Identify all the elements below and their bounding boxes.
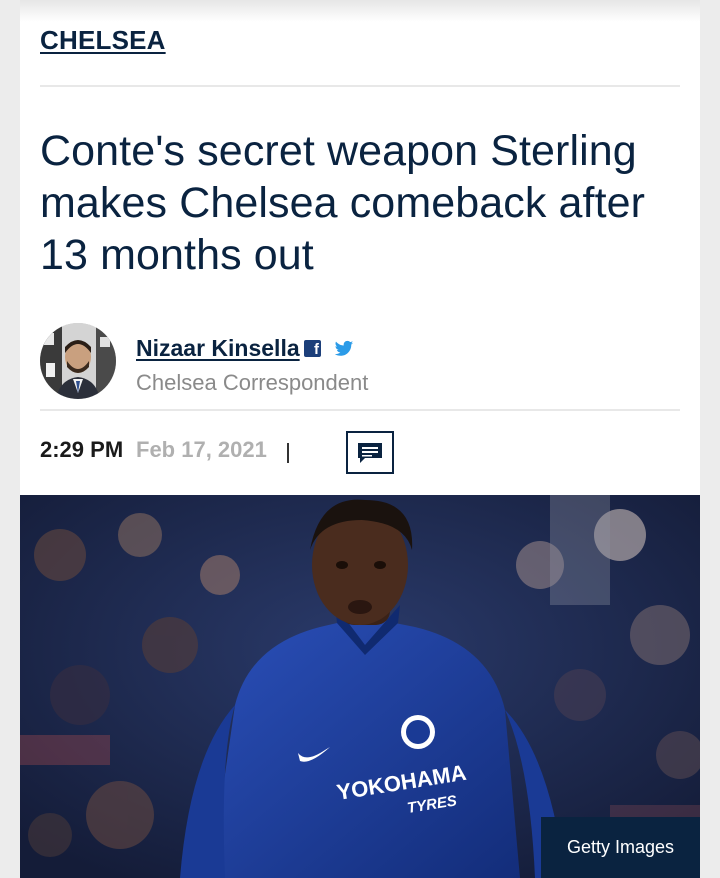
article-headline: Conte's secret weapon Sterling makes Che… [40, 127, 646, 279]
author-name-link[interactable]: Nizaar Kinsella [136, 335, 300, 362]
article-card: CHELSEA Conte's secret weapon Sterling m… [20, 0, 700, 878]
divider [40, 409, 680, 411]
meta-separator [287, 443, 289, 463]
publish-time: 2:29 PM [40, 437, 124, 462]
twitter-icon[interactable] [334, 340, 354, 358]
publish-date: Feb 17, 2021 [136, 437, 267, 462]
comment-icon [358, 442, 382, 463]
author-avatar[interactable] [40, 323, 116, 399]
category-link[interactable]: CHELSEA [40, 25, 166, 56]
facebook-icon[interactable]: f [304, 340, 321, 358]
hero-image[interactable]: YOKOHAMA TYRES Getty Images [20, 495, 700, 878]
divider [40, 85, 680, 87]
image-credit: Getty Images [541, 817, 700, 878]
author-role: Chelsea Correspondent [136, 370, 369, 395]
top-shadow [20, 0, 700, 22]
comments-button[interactable] [346, 431, 394, 474]
